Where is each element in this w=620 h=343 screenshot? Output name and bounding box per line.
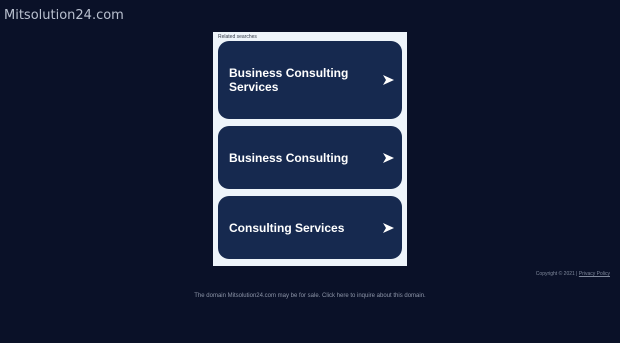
copyright-line: Copyright © 2021 | Privacy Policy <box>536 271 610 277</box>
arrow-right-icon <box>383 152 394 163</box>
arrow-right-icon <box>383 222 394 233</box>
related-search-label: Consulting Services <box>229 220 345 235</box>
related-searches-panel: Related searches Business Consulting Ser… <box>213 32 407 266</box>
related-search-business-consulting[interactable]: Business Consulting <box>218 126 402 189</box>
parked-domain-page: Mitsolution24.com Related searches Busin… <box>0 0 620 343</box>
related-search-label: Business Consulting Services <box>229 66 349 94</box>
site-title[interactable]: Mitsolution24.com <box>4 8 124 23</box>
related-searches-heading: Related searches <box>218 34 257 40</box>
domain-sale-notice[interactable]: The domain Mitsolution24.com may be for … <box>0 293 620 299</box>
related-search-label: Business Consulting <box>229 150 349 165</box>
arrow-right-icon <box>383 75 394 85</box>
related-search-business-consulting-services[interactable]: Business Consulting Services <box>218 41 402 119</box>
related-search-consulting-services[interactable]: Consulting Services <box>218 196 402 259</box>
privacy-policy-link[interactable]: Privacy Policy <box>579 271 610 277</box>
copyright-text: Copyright © 2021 | <box>535 271 578 277</box>
